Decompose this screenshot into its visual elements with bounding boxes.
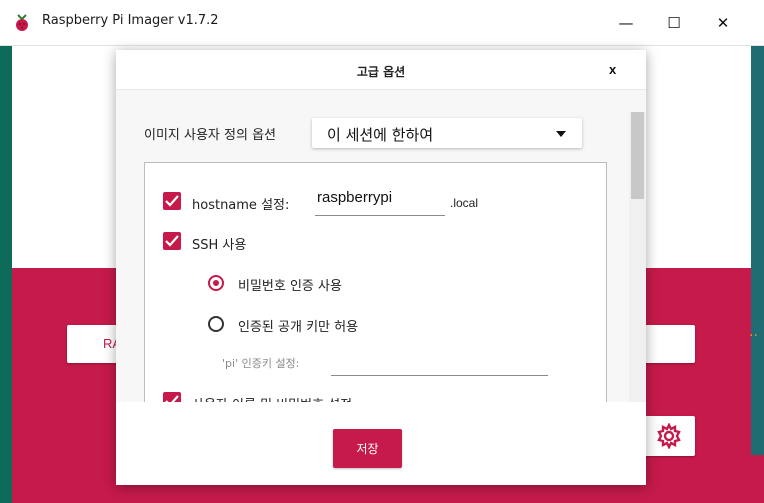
ssh-label: SSH 사용 <box>192 238 247 253</box>
checkmark-icon <box>165 395 179 402</box>
dialog-close-button[interactable]: x <box>609 62 616 77</box>
write-button[interactable] <box>640 325 695 363</box>
save-button[interactable]: 저장 <box>333 429 402 468</box>
dialog-header: 고급 옵션 x <box>116 50 646 90</box>
ssh-checkbox[interactable] <box>163 232 181 250</box>
hostname-input[interactable]: raspberrypi <box>315 183 445 216</box>
title-bar: Raspberry Pi Imager v1.7.2 — ☐ ✕ <box>0 0 764 46</box>
dialog-footer: 저장 <box>116 402 646 485</box>
dialog-title: 고급 옵션 <box>356 65 406 79</box>
image-options-value: 이 세션에 한하여 <box>327 126 434 144</box>
advanced-options-dialog: 고급 옵션 x 이미지 사용자 정의 옵션 이 세션에 한하여 hostname… <box>116 50 646 485</box>
raspberry-pi-icon <box>16 14 28 31</box>
right-stripe-lower <box>740 455 764 503</box>
password-auth-radio[interactable] <box>208 275 224 291</box>
close-window-button[interactable]: ✕ <box>700 0 746 46</box>
hostname-suffix: .local <box>450 196 479 210</box>
hostname-checkbox[interactable] <box>163 192 181 210</box>
left-stripe <box>0 46 12 503</box>
user-label: 사용자 이름 및 비밀번호 설정 <box>192 394 352 402</box>
pubkey-field-label: 'pi' 인증키 설정: <box>222 357 300 370</box>
options-panel: hostname 설정: raspberrypi .local SSH 사용 비… <box>144 162 607 402</box>
image-options-label: 이미지 사용자 정의 옵션 <box>144 128 276 143</box>
maximize-button[interactable]: ☐ <box>651 0 697 46</box>
hostname-label: hostname 설정: <box>192 198 290 213</box>
pubkey-auth-radio[interactable] <box>208 316 224 332</box>
password-auth-label: 비밀번호 인증 사용 <box>238 279 342 294</box>
pubkey-input[interactable] <box>331 375 548 376</box>
chevron-down-icon <box>556 131 566 137</box>
scrollbar-thumb[interactable] <box>631 112 644 199</box>
pubkey-auth-label: 인증된 공개 키만 허용 <box>238 320 359 335</box>
gear-icon <box>656 423 681 449</box>
right-stripe <box>751 46 764 503</box>
checkmark-icon <box>165 195 179 207</box>
window-title: Raspberry Pi Imager v1.7.2 <box>42 13 219 28</box>
minimize-button[interactable]: — <box>603 0 649 46</box>
dialog-body: 이미지 사용자 정의 옵션 이 세션에 한하여 hostname 설정: ras… <box>116 90 646 402</box>
settings-button[interactable] <box>642 416 695 456</box>
image-options-select[interactable]: 이 세션에 한하여 <box>312 118 582 148</box>
user-checkbox[interactable] <box>163 392 181 402</box>
dots-decoration: ·· <box>749 328 758 344</box>
hostname-value: raspberrypi <box>317 189 393 206</box>
checkmark-icon <box>165 235 179 247</box>
